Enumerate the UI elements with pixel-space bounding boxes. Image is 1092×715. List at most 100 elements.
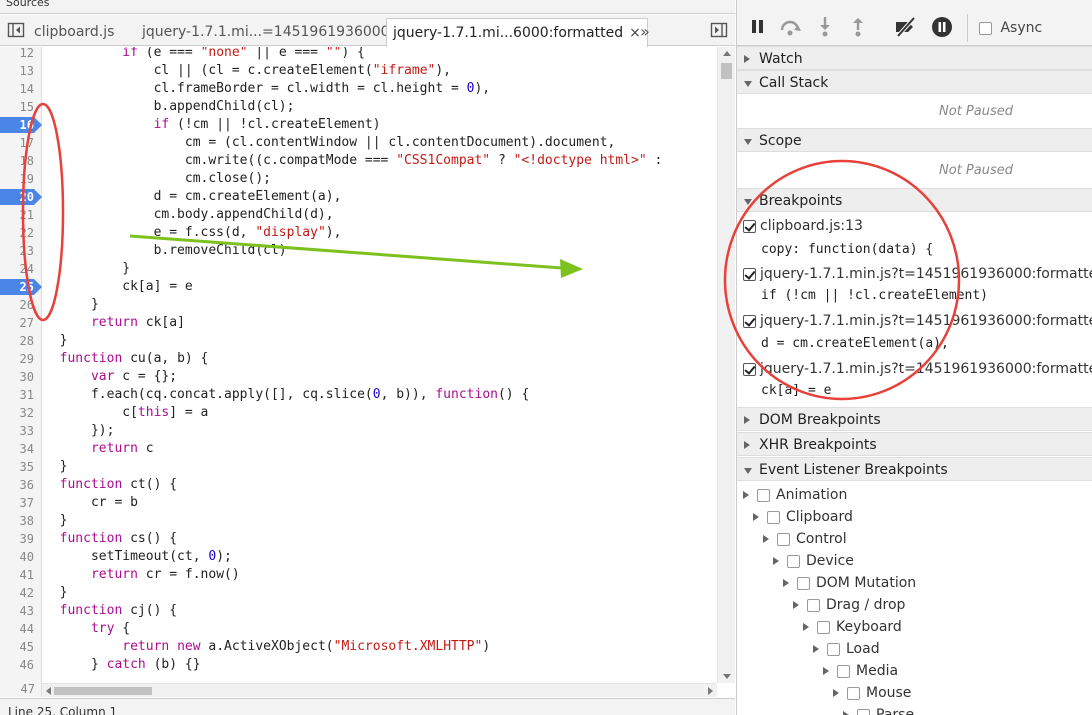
section-dom-breakpoints[interactable]: DOM Breakpoints (737, 407, 1092, 431)
vertical-scroll-thumb[interactable] (721, 63, 732, 79)
code-line[interactable]: ck[a] = e (44, 278, 192, 296)
line-number[interactable]: 40 (0, 548, 40, 566)
tab-jquery-formatted[interactable]: jquery-1.7.1.mi...6000:formatted × (386, 18, 648, 47)
expand-triangle-icon[interactable] (763, 535, 769, 543)
line-number[interactable]: 13 (0, 62, 40, 80)
event-category-checkbox[interactable] (847, 686, 860, 700)
code-line[interactable]: cl || (cl = c.createElement("iframe"), (44, 62, 451, 80)
step-into-icon[interactable] (813, 15, 837, 39)
pause-icon[interactable] (746, 15, 770, 39)
code-line[interactable]: function cj() { (44, 602, 177, 620)
event-category-checkbox[interactable] (777, 532, 790, 546)
deactivate-breakpoints-icon[interactable] (893, 15, 917, 39)
section-call-stack[interactable]: Call Stack (737, 70, 1092, 94)
event-category-checkbox[interactable] (787, 554, 800, 568)
line-number[interactable]: 29 (0, 350, 40, 368)
line-number[interactable]: 36 (0, 476, 40, 494)
code-line[interactable]: } (44, 260, 130, 278)
code-area[interactable]: if (e === "none" || e === "") { cl || (c… (44, 47, 716, 683)
code-line[interactable]: e = f.css(d, "display"), (44, 224, 342, 242)
line-number[interactable]: 21 (0, 206, 40, 224)
event-category-checkbox[interactable] (817, 620, 830, 634)
code-line[interactable]: c[this] = a (44, 404, 208, 422)
toggle-navigator-icon[interactable] (6, 20, 26, 40)
event-category-item[interactable]: Control (763, 528, 847, 550)
event-category-checkbox[interactable] (827, 642, 840, 656)
event-category-item[interactable]: Device (773, 550, 854, 572)
event-category-checkbox[interactable] (837, 664, 850, 678)
line-number[interactable]: 17 (0, 134, 40, 152)
pause-on-exceptions-icon[interactable] (930, 15, 954, 39)
line-number[interactable]: 26 (0, 296, 40, 314)
event-category-item[interactable]: Mouse (833, 682, 911, 704)
code-line[interactable]: cm = (cl.contentWindow || cl.contentDocu… (44, 134, 615, 152)
code-line[interactable]: } (44, 296, 99, 314)
event-category-checkbox[interactable] (807, 598, 820, 612)
line-number[interactable]: 25 (0, 278, 40, 296)
line-number[interactable]: 33 (0, 422, 40, 440)
line-number[interactable]: 28 (0, 332, 40, 350)
expand-triangle-icon[interactable] (813, 645, 819, 653)
horizontal-scrollbar[interactable] (42, 683, 717, 697)
expand-triangle-icon[interactable] (803, 623, 809, 631)
code-line[interactable]: if (e === "none" || e === "") { (44, 47, 365, 62)
section-event-listener-breakpoints[interactable]: Event Listener Breakpoints (737, 457, 1092, 481)
breakpoint-checkbox[interactable] (743, 314, 756, 328)
code-line[interactable]: return ck[a] (44, 314, 185, 332)
event-category-item[interactable]: DOM Mutation (783, 572, 916, 594)
expand-triangle-icon[interactable] (833, 689, 839, 697)
event-category-checkbox[interactable] (857, 708, 870, 715)
breakpoint-item[interactable]: clipboard.js:13 (743, 216, 863, 236)
scroll-down-arrow-icon[interactable] (723, 674, 731, 679)
line-number[interactable]: 16 (0, 116, 40, 134)
toggle-debugger-sidebar-icon[interactable] (709, 20, 729, 40)
line-number[interactable]: 20 (0, 188, 40, 206)
line-number[interactable]: 42 (0, 584, 40, 602)
event-category-item[interactable]: Media (823, 660, 898, 682)
line-number[interactable]: 19 (0, 170, 40, 188)
code-line[interactable]: cl.frameBorder = cl.width = cl.height = … (44, 80, 491, 98)
step-out-icon[interactable] (846, 15, 870, 39)
breakpoint-item[interactable]: jquery-1.7.1.min.js?t=1451961936000:form… (743, 311, 1092, 331)
breakpoint-checkbox[interactable] (743, 267, 756, 281)
event-category-item[interactable]: Keyboard (803, 616, 902, 638)
expand-triangle-icon[interactable] (823, 667, 829, 675)
event-category-item[interactable]: Parse (843, 704, 914, 715)
line-number[interactable]: 30 (0, 368, 40, 386)
code-line[interactable]: return cr = f.now() (44, 566, 240, 584)
expand-triangle-icon[interactable] (783, 579, 789, 587)
line-number[interactable]: 35 (0, 458, 40, 476)
step-over-icon[interactable] (778, 15, 802, 39)
code-line[interactable]: function cu(a, b) { (44, 350, 209, 368)
async-checkbox-box[interactable] (979, 21, 992, 35)
breakpoint-checkbox[interactable] (743, 219, 756, 233)
code-line[interactable]: b.appendChild(cl); (44, 98, 295, 116)
breakpoint-item[interactable]: jquery-1.7.1.min.js?t=1451961936000:form… (743, 264, 1092, 284)
code-line[interactable]: } (44, 332, 68, 350)
code-line[interactable]: d = cm.createElement(a), (44, 188, 342, 206)
breakpoint-item[interactable]: jquery-1.7.1.min.js?t=1451961936000:form… (743, 359, 1092, 379)
event-category-item[interactable]: Drag / drop (793, 594, 905, 616)
scroll-up-arrow-icon[interactable] (723, 51, 731, 56)
section-breakpoints[interactable]: Breakpoints (737, 188, 1092, 212)
code-line[interactable]: return c (44, 440, 154, 458)
code-line[interactable]: return new a.ActiveXObject("Microsoft.XM… (44, 638, 490, 656)
section-xhr-breakpoints[interactable]: XHR Breakpoints (737, 432, 1092, 456)
line-number[interactable]: 39 (0, 530, 40, 548)
event-category-checkbox[interactable] (797, 576, 810, 590)
code-line[interactable]: function ct() { (44, 476, 177, 494)
code-line[interactable]: } catch (b) {} (44, 656, 201, 674)
code-line[interactable]: } (44, 458, 68, 476)
code-line[interactable]: b.removeChild(cl) (44, 242, 287, 260)
vertical-scrollbar[interactable] (717, 47, 735, 683)
code-line[interactable]: try { (44, 620, 130, 638)
line-number[interactable]: 43 (0, 602, 40, 620)
code-line[interactable]: } (44, 512, 68, 530)
line-number[interactable]: 22 (0, 224, 40, 242)
line-number[interactable]: 24 (0, 260, 40, 278)
expand-triangle-icon[interactable] (753, 513, 759, 521)
code-line[interactable]: } (44, 584, 68, 602)
event-category-checkbox[interactable] (767, 510, 780, 524)
section-watch[interactable]: Watch (737, 46, 1092, 70)
line-number[interactable]: 34 (0, 440, 40, 458)
